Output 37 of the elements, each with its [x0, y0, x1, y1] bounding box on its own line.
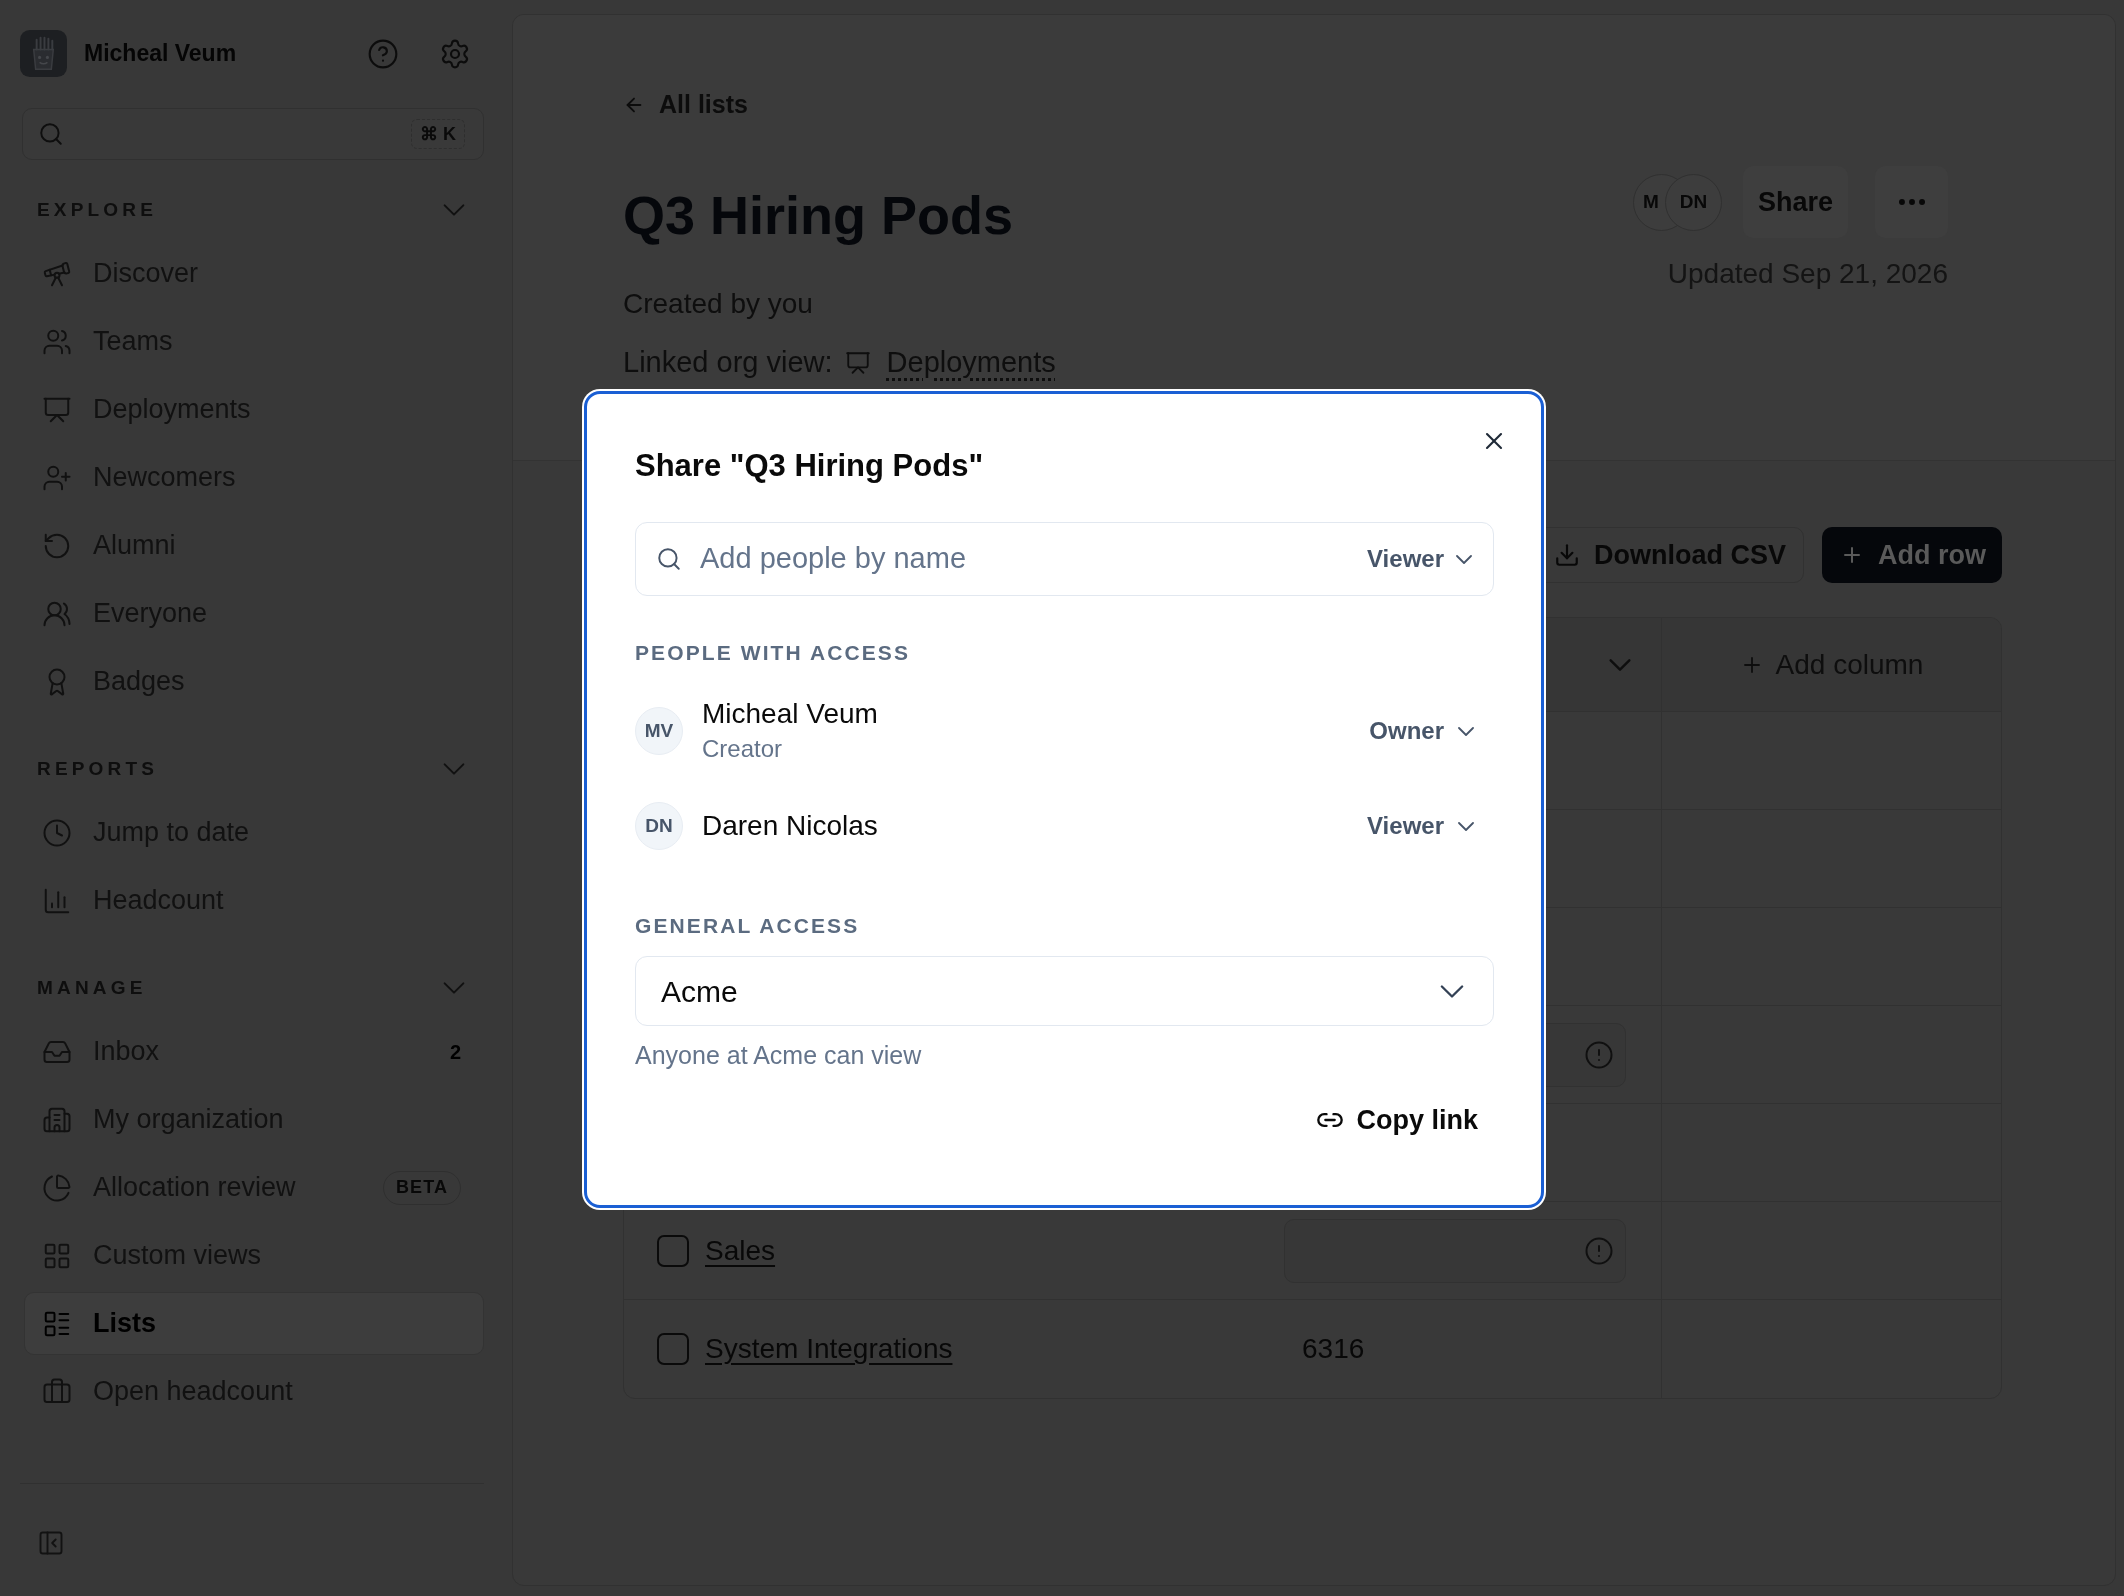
person-avatar: MV	[635, 707, 683, 755]
clock-icon	[42, 817, 72, 848]
download-icon	[1554, 542, 1580, 568]
add-people-field[interactable]: Add people by name Viewer	[635, 522, 1494, 596]
chevron-down-icon	[1458, 821, 1474, 831]
avatar-icon	[20, 30, 67, 77]
value-field[interactable]	[1284, 1218, 1626, 1283]
item-count: 2	[449, 1039, 461, 1065]
dialog-title: Share "Q3 Hiring Pods"	[635, 447, 985, 485]
person-name: Daren Nicolas	[702, 809, 878, 843]
help-icon[interactable]	[367, 37, 399, 70]
chevron-down-icon	[1458, 726, 1474, 736]
presentation-board-icon	[844, 350, 871, 376]
chevron-down-icon	[1456, 554, 1472, 564]
role-dropdown[interactable]: Owner	[1369, 713, 1474, 749]
row-checkbox[interactable]	[657, 1234, 689, 1267]
chevron-down-icon	[1440, 984, 1464, 998]
person-avatar: DN	[635, 802, 683, 850]
general-access-select[interactable]: Acme	[635, 956, 1494, 1026]
role-dropdown[interactable]: Viewer	[1367, 808, 1474, 844]
sidebar-item[interactable]: Lists	[24, 1292, 484, 1355]
person-name: Micheal Veum	[702, 697, 878, 731]
pie-chart-icon	[42, 1172, 72, 1203]
collapse-sidebar-icon[interactable]	[37, 1529, 65, 1557]
person-role-note: Creator	[702, 734, 784, 764]
settings-icon[interactable]	[439, 37, 471, 70]
chevron-down-icon[interactable]	[1609, 658, 1631, 671]
search-icon	[656, 546, 682, 572]
section-heading: PEOPLE WITH ACCESS	[635, 640, 912, 666]
add-row-button[interactable]: Add row	[1822, 527, 2002, 583]
section-heading: GENERAL ACCESS	[635, 913, 861, 939]
search-icon	[38, 121, 64, 147]
ellipsis-icon	[1898, 199, 1925, 205]
access-hint: Anyone at Acme can view	[635, 1041, 923, 1069]
role-dropdown[interactable]: Viewer	[1367, 541, 1472, 577]
copy-link-button[interactable]: Copy link	[1300, 1096, 1494, 1144]
row-checkbox[interactable]	[657, 1333, 689, 1365]
